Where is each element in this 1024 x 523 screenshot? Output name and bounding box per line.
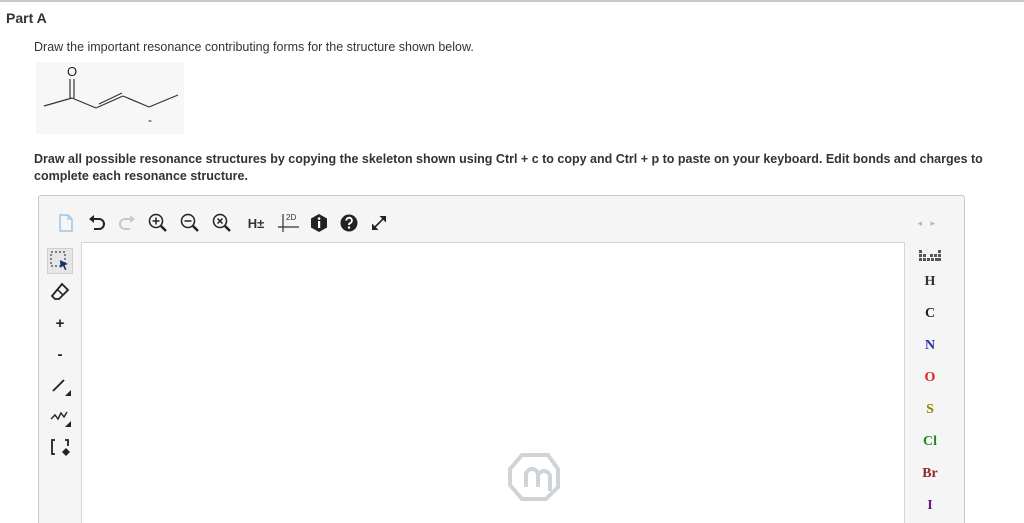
help-icon[interactable] xyxy=(339,212,359,234)
element-h-button[interactable]: H xyxy=(919,271,941,293)
undo-icon[interactable] xyxy=(87,212,107,234)
redo-icon[interactable] xyxy=(117,212,137,234)
element-c-button[interactable]: C xyxy=(919,303,941,325)
bracket-icon[interactable] xyxy=(47,434,73,460)
eraser-icon[interactable] xyxy=(47,279,73,305)
plus-charge-icon[interactable]: + xyxy=(47,310,73,336)
selection-tool-icon[interactable] xyxy=(47,248,73,274)
minus-charge-label: - xyxy=(57,345,63,363)
top-divider xyxy=(0,0,1024,2)
plus-charge-label: + xyxy=(55,314,65,332)
element-cl-button[interactable]: Cl xyxy=(919,431,941,453)
minus-charge-icon[interactable]: - xyxy=(47,341,73,367)
molecule-editor: H± 2D ◂ ▸ + - H C N O S Cl Br I xyxy=(38,195,965,523)
periodic-table-icon[interactable] xyxy=(919,248,941,266)
negative-charge-label: - xyxy=(148,113,152,127)
editor-left-toolbar: + - xyxy=(39,242,79,523)
element-s-button[interactable]: S xyxy=(919,399,941,421)
new-document-icon[interactable] xyxy=(57,212,75,234)
question-prompt: Draw the important resonance contributin… xyxy=(34,40,474,54)
toolbar-nav-arrows[interactable]: ◂ ▸ xyxy=(917,218,938,229)
info-icon[interactable] xyxy=(309,212,329,234)
zoom-reset-icon[interactable] xyxy=(211,212,233,234)
clean-2d-icon[interactable]: 2D xyxy=(277,212,301,234)
chain-icon[interactable] xyxy=(47,403,73,429)
editor-toolbar: H± 2D ◂ ▸ xyxy=(39,196,964,242)
element-o-button[interactable]: O xyxy=(919,367,941,389)
part-title: Part A xyxy=(6,10,47,26)
oxygen-atom-label: O xyxy=(67,64,77,79)
element-i-button[interactable]: I xyxy=(919,495,941,517)
element-br-button[interactable]: Br xyxy=(919,463,941,485)
single-bond-icon[interactable] xyxy=(47,372,73,398)
drawing-canvas[interactable] xyxy=(81,242,905,523)
explicit-hydrogens-icon[interactable]: H± xyxy=(243,212,269,234)
task-instructions: Draw all possible resonance structures b… xyxy=(34,152,983,183)
zoom-in-icon[interactable] xyxy=(147,212,169,234)
marvin-logo-icon xyxy=(502,447,572,522)
fullscreen-icon[interactable] xyxy=(369,212,389,234)
zoom-out-icon[interactable] xyxy=(179,212,201,234)
clean-2d-label: 2D xyxy=(286,213,296,222)
element-n-button[interactable]: N xyxy=(919,335,941,357)
element-palette: H C N O S Cl Br I xyxy=(907,242,963,523)
molecule-structure: O - xyxy=(36,62,184,134)
